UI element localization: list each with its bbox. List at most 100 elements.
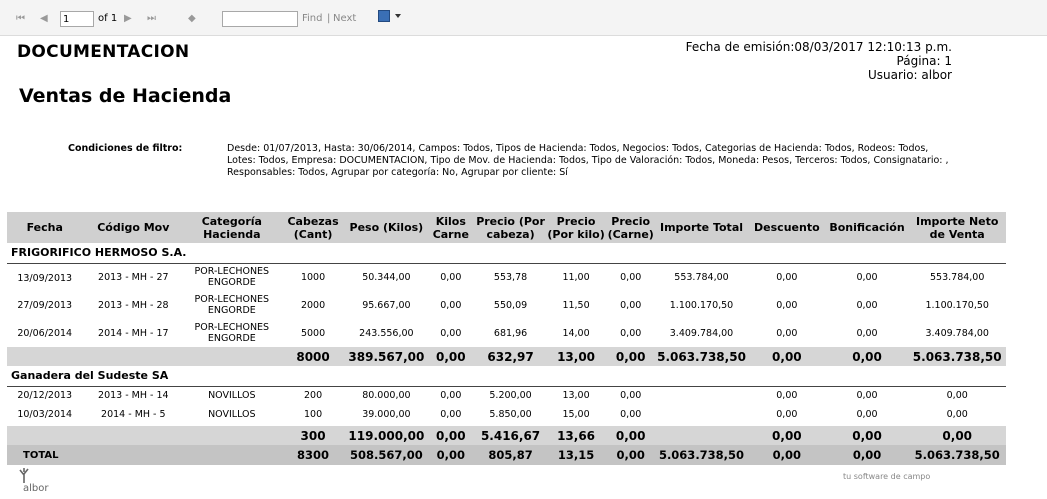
report-toolbar: ⏮ ◀ of 1 ▶ ⏭ ◆ Find | Next — [0, 0, 1047, 36]
table-row: 13/09/2013 2013 - MH - 27 POR-LECHONES ENG… — [7, 263, 1006, 291]
table-cell: 0,00 — [776, 271, 798, 283]
table-cell: 0,00 — [825, 347, 909, 366]
table-cell — [655, 405, 748, 424]
table-cell: 0,00 — [856, 299, 878, 311]
find-separator: | — [327, 13, 331, 24]
table-cell: 0,00 — [440, 327, 462, 339]
table-row: 10/03/2014 2014 - MH - 5 NOVILLOS 100 39.000… — [7, 405, 1006, 424]
table-row: 20/12/2013 2013 - MH - 14 NOVILLOS 200 80.00… — [7, 386, 1006, 405]
table-cell: 0,00 — [748, 347, 826, 366]
table-cell: 0,00 — [620, 271, 642, 283]
table-cell: 0,00 — [776, 327, 798, 339]
column-header: Kilos Carne — [426, 212, 476, 243]
table-cell: 119.000,00 — [346, 426, 427, 445]
table-cell: 0,00 — [776, 409, 798, 420]
table-cell: 5000 — [300, 327, 326, 339]
find-link[interactable]: Find — [302, 13, 323, 25]
table-cell: 95.667,00 — [362, 299, 411, 311]
table-cell: 5.063.738,50 — [654, 347, 749, 366]
subtotal-row: 300 119.000,00 0,00 5.416,67 13,66 0,00 0,00 0,… — [7, 426, 1006, 445]
table-cell: 5.850,00 — [489, 409, 532, 420]
client-group-header: FRIGORIFICO HERMOSO S.A. — [7, 243, 1006, 264]
table-cell — [654, 426, 749, 445]
client-group-header: Ganadera del Sudeste SA — [7, 366, 1006, 387]
first-page-icon[interactable]: ⏮ — [16, 13, 25, 25]
table-cell: 805,87 — [475, 445, 546, 465]
table-cell: 0,00 — [946, 409, 968, 420]
table-cell: 0,00 — [776, 390, 798, 402]
table-cell: 10/03/2014 — [17, 409, 73, 420]
table-cell: 13/09/2013 — [17, 272, 73, 284]
table-cell: 15,00 — [562, 409, 590, 420]
table-row: 20/06/2014 2014 - MH - 17 POR-LECHONES ENG… — [7, 319, 1006, 347]
table-cell: 2014 - MH - 5 — [101, 409, 166, 420]
sales-table: Fecha Código Mov Categoría Hacienda Cabezas… — [7, 212, 1006, 465]
table-cell: NOVILLOS — [208, 390, 256, 402]
next-page-icon[interactable]: ▶ — [124, 13, 132, 25]
table-cell: 11,00 — [562, 271, 590, 283]
table-cell: 2013 - MH - 14 — [98, 390, 169, 402]
table-cell: 0,00 — [856, 390, 878, 402]
table-cell — [184, 426, 280, 445]
client-name: FRIGORIFICO HERMOSO S.A. — [7, 243, 1006, 264]
table-cell: 0,00 — [620, 299, 642, 311]
back-to-parent-icon[interactable]: ◆ — [188, 13, 196, 25]
table-header-row: Fecha Código Mov Categoría Hacienda Cabezas… — [7, 212, 1006, 243]
table-cell: 14,00 — [562, 327, 590, 339]
table-cell: 0,00 — [620, 327, 642, 339]
footer-tagline: tu software de campo — [843, 472, 931, 481]
column-header: Categoría Hacienda — [184, 212, 280, 243]
table-cell: 80.000,00 — [362, 390, 411, 402]
export-icon[interactable] — [378, 10, 390, 22]
table-cell: 550,09 — [493, 299, 528, 311]
column-header: Cabezas (Cant) — [279, 212, 347, 243]
client-name: Ganadera del Sudeste SA — [7, 366, 1006, 387]
table-cell: 0,00 — [440, 299, 462, 311]
column-header: Código Mov — [82, 212, 185, 243]
next-link[interactable]: Next — [333, 13, 356, 25]
export-dropdown-icon[interactable] — [395, 14, 401, 18]
table-cell — [184, 347, 280, 366]
table-cell: 0,00 — [440, 390, 462, 402]
table-cell: TOTAL — [7, 445, 83, 465]
last-page-icon[interactable]: ⏭ — [147, 13, 156, 25]
table-cell: 13,15 — [545, 445, 607, 465]
report-title: Ventas de Hacienda — [19, 85, 232, 107]
table-cell: 0,00 — [440, 409, 462, 420]
table-cell: 632,97 — [475, 347, 546, 366]
report-meta: Fecha de emisión:08/03/2017 12:10:13 p.m… — [686, 40, 952, 82]
page-number-input[interactable] — [60, 11, 94, 27]
table-cell: 681,96 — [493, 327, 528, 339]
table-cell — [82, 347, 185, 366]
column-header: Peso (Kilos) — [346, 212, 427, 243]
albor-logo: albor — [17, 467, 48, 494]
subtotal-row: 8000 389.567,00 0,00 632,97 13,00 0,00 5.063.7… — [7, 347, 1006, 366]
column-header: Precio (Por kilo) — [545, 212, 607, 243]
table-cell: 13,00 — [562, 390, 590, 402]
previous-page-icon[interactable]: ◀ — [40, 13, 48, 25]
table-cell: 0,00 — [606, 347, 655, 366]
table-cell: 100 — [303, 409, 323, 420]
issue-date: Fecha de emisión:08/03/2017 12:10:13 p.m… — [685, 40, 952, 54]
table-cell: 0,00 — [440, 271, 462, 283]
find-text-input[interactable] — [222, 11, 298, 27]
table-cell: 0,00 — [426, 426, 476, 445]
column-header: Fecha — [7, 212, 83, 243]
column-header: Precio (Por cabeza) — [475, 212, 546, 243]
table-cell: 553.784,00 — [674, 271, 729, 283]
table-cell: 1.100.170,50 — [925, 299, 989, 311]
table-cell: 5.416,67 — [475, 426, 546, 445]
table-cell: 0,00 — [856, 271, 878, 283]
table-cell — [7, 347, 83, 366]
table-cell: 0,00 — [856, 327, 878, 339]
table-cell: 389.567,00 — [346, 347, 427, 366]
table-cell: 2014 - MH - 17 — [98, 327, 169, 339]
table-cell — [7, 426, 83, 445]
table-cell: 0,00 — [426, 445, 476, 465]
table-cell: 5.063.738,50 — [908, 445, 1006, 465]
table-cell: 3.409.784,00 — [669, 327, 734, 339]
table-cell: 11,50 — [562, 299, 590, 311]
table-cell: 8000 — [279, 347, 347, 366]
table-cell — [655, 386, 748, 405]
table-cell: 5.063.738,50 — [908, 347, 1006, 366]
